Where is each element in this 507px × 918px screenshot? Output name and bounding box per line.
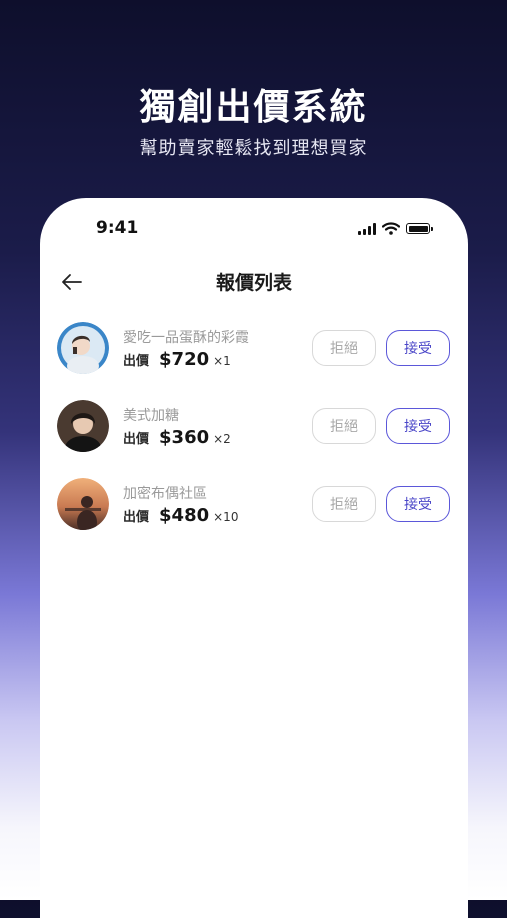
bid-quantity: ×10 — [213, 510, 239, 524]
bid-price: $480 — [159, 505, 210, 526]
accept-button[interactable]: 接受 — [386, 330, 450, 366]
hero-title: 獨創出價系統 — [139, 87, 368, 128]
accept-button[interactable]: 接受 — [386, 486, 450, 522]
avatar — [57, 400, 109, 452]
signal-icon — [358, 222, 376, 235]
avatar — [57, 322, 109, 374]
bid-label: 出價 — [123, 510, 150, 525]
phone-screen: 9:41 報價列表 愛吃一品蛋酥的彩霞 出價 $720 ×1 拒絕 接受 美式加… — [40, 198, 468, 918]
offer-row: 美式加糖 出價 $360 ×2 拒絕 接受 — [40, 398, 468, 476]
buyer-name: 愛吃一品蛋酥的彩霞 — [123, 330, 249, 346]
bid-info: 出價 $360 ×2 — [123, 427, 231, 448]
offer-row: 加密布偶社區 出價 $480 ×10 拒絕 接受 — [40, 476, 468, 554]
status-icons — [358, 222, 433, 235]
bid-price: $360 — [159, 427, 210, 448]
nav-bar: 報價列表 — [40, 264, 468, 300]
buyer-name: 加密布偶社區 — [123, 486, 207, 502]
offer-list: 愛吃一品蛋酥的彩霞 出價 $720 ×1 拒絕 接受 美式加糖 出價 $360 … — [40, 320, 468, 554]
wifi-icon — [382, 222, 400, 235]
bid-info: 出價 $720 ×1 — [123, 349, 231, 370]
offer-row: 愛吃一品蛋酥的彩霞 出價 $720 ×1 拒絕 接受 — [40, 320, 468, 398]
status-bar: 9:41 — [40, 218, 468, 242]
reject-button[interactable]: 拒絕 — [312, 330, 376, 366]
bid-label: 出價 — [123, 354, 150, 369]
page-title: 報價列表 — [215, 272, 292, 294]
reject-button[interactable]: 拒絕 — [312, 408, 376, 444]
status-time: 9:41 — [96, 218, 139, 238]
bid-info: 出價 $480 ×10 — [123, 505, 238, 526]
reject-button[interactable]: 拒絕 — [312, 486, 376, 522]
buyer-name: 美式加糖 — [123, 408, 179, 424]
avatar — [57, 478, 109, 530]
hero-subtitle: 幫助賣家輕鬆找到理想買家 — [139, 138, 368, 159]
battery-icon — [406, 223, 433, 234]
bid-label: 出價 — [123, 432, 150, 447]
bid-quantity: ×2 — [213, 432, 231, 446]
bid-quantity: ×1 — [213, 354, 231, 368]
accept-button[interactable]: 接受 — [386, 408, 450, 444]
bid-price: $720 — [159, 349, 210, 370]
